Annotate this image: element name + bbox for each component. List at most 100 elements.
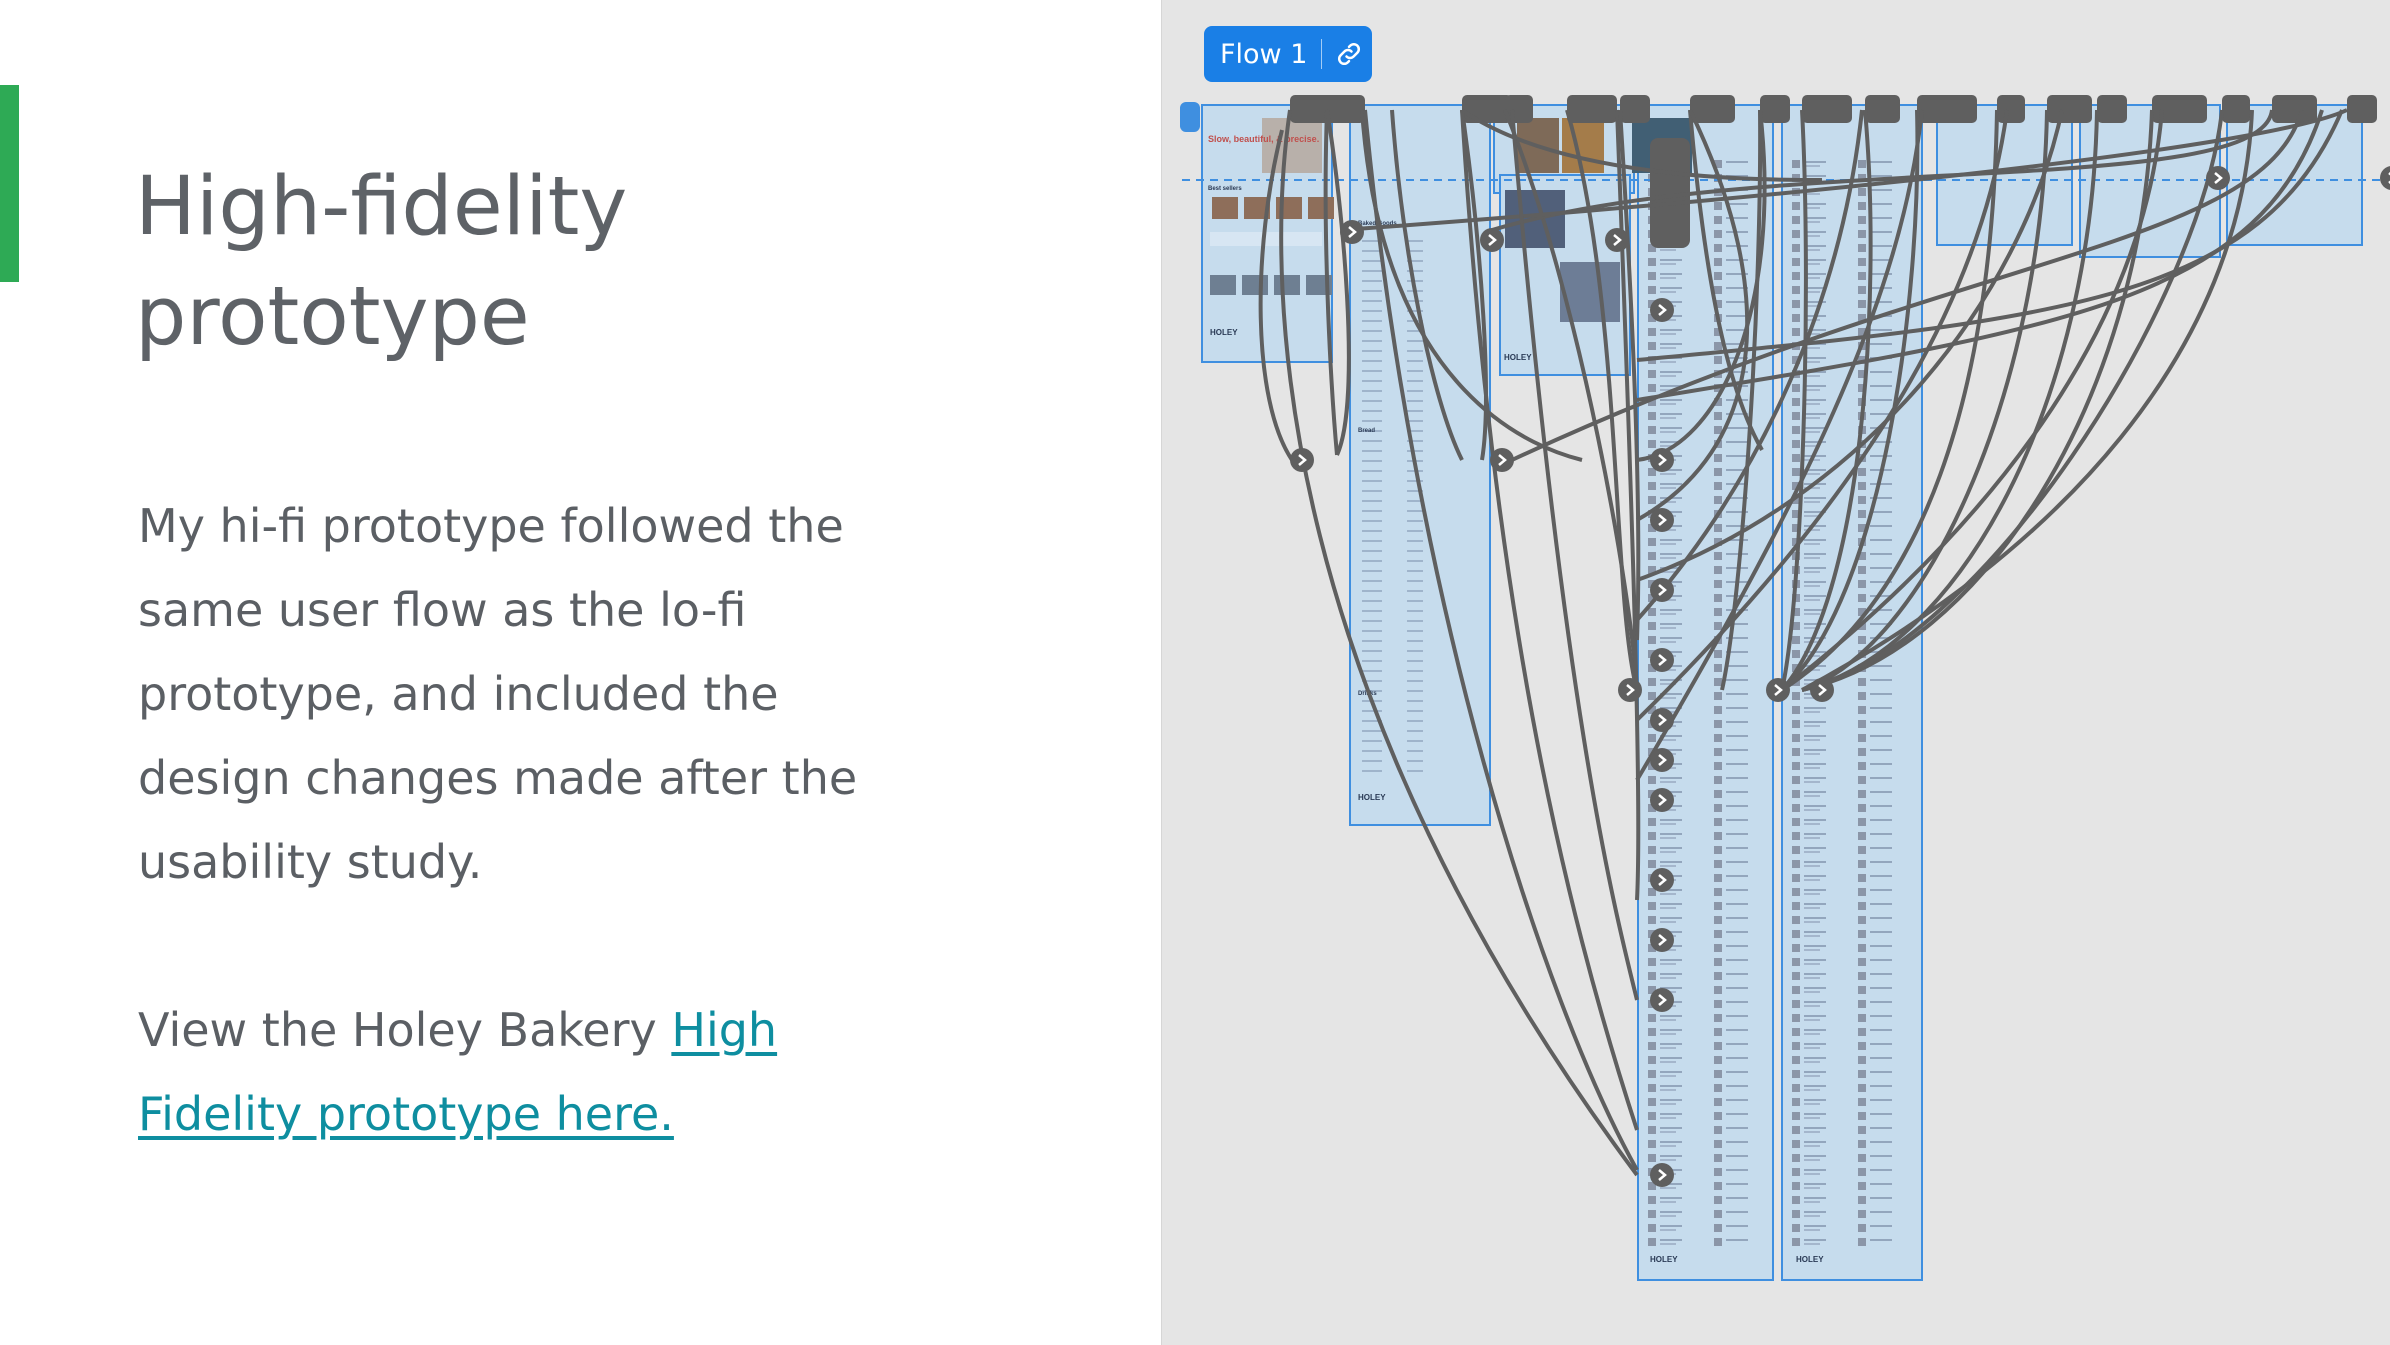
menu-line xyxy=(1362,740,1382,742)
list-thumb xyxy=(1858,482,1866,490)
list-line xyxy=(1804,1113,1826,1115)
arrow-badge xyxy=(1766,678,1790,702)
list-line xyxy=(1870,329,1892,331)
list-thumb xyxy=(1648,1196,1656,1204)
list-line xyxy=(1804,175,1826,177)
list-thumb xyxy=(1714,566,1722,574)
list-thumb xyxy=(1714,902,1722,910)
menu-line xyxy=(1407,540,1423,542)
list-line xyxy=(1804,987,1826,989)
list-line xyxy=(1870,693,1892,695)
list-line xyxy=(1726,1169,1748,1171)
list-thumb xyxy=(1792,286,1800,294)
list-line xyxy=(1660,1113,1682,1115)
list-line xyxy=(1804,399,1826,401)
connector-block xyxy=(2347,95,2377,123)
list-thumb xyxy=(1858,1154,1866,1162)
menu-line xyxy=(1362,390,1382,392)
list-thumb xyxy=(1648,1028,1656,1036)
list-thumb xyxy=(1792,454,1800,462)
list-thumb xyxy=(1648,734,1656,742)
menu-line xyxy=(1362,760,1382,762)
list-thumb xyxy=(1792,1014,1800,1022)
flow-1-tag[interactable]: Flow 1 xyxy=(1204,26,1372,82)
list-thumb xyxy=(1714,1014,1722,1022)
list-thumb xyxy=(1792,1154,1800,1162)
list-thumb xyxy=(1858,762,1866,770)
list-line xyxy=(1804,1239,1826,1241)
list-thumb xyxy=(1714,1098,1722,1106)
list-line xyxy=(1660,543,1676,545)
list-thumb xyxy=(1648,692,1656,700)
list-line xyxy=(1804,903,1826,905)
list-thumb xyxy=(1792,916,1800,924)
list-line xyxy=(1660,1225,1682,1227)
list-line xyxy=(1660,977,1676,979)
list-line xyxy=(1804,819,1826,821)
list-thumb xyxy=(1792,1238,1800,1246)
list-line xyxy=(1660,413,1682,415)
connector-block xyxy=(1620,95,1650,123)
list-line xyxy=(1870,819,1892,821)
list-thumb xyxy=(1714,216,1722,224)
list-thumb xyxy=(1858,636,1866,644)
list-line xyxy=(1660,973,1682,975)
hero-image xyxy=(1262,118,1322,173)
menu-line xyxy=(1362,340,1382,342)
list-thumb xyxy=(1858,1112,1866,1120)
list-line xyxy=(1660,473,1676,475)
list-line xyxy=(1804,851,1820,853)
list-thumb xyxy=(1714,846,1722,854)
list-line xyxy=(1660,287,1682,289)
list-thumb xyxy=(1714,1126,1722,1134)
cafe-photo xyxy=(1562,118,1604,173)
about-brand: HOLEY xyxy=(1504,353,1532,362)
menu-line xyxy=(1407,360,1423,362)
list-line xyxy=(1804,945,1826,947)
list-thumb xyxy=(1858,258,1866,266)
list-thumb xyxy=(1714,776,1722,784)
arrow-badge xyxy=(1490,448,1514,472)
list-line xyxy=(1726,315,1748,317)
prototype-canvas[interactable]: Slow, beautiful, & precise. Best sellers H… xyxy=(1161,0,2390,1345)
list-line xyxy=(1726,987,1748,989)
list-line xyxy=(1870,217,1892,219)
list-line xyxy=(1804,427,1826,429)
list-thumb xyxy=(1858,818,1866,826)
menu-line xyxy=(1407,680,1423,682)
arrow-badge xyxy=(1650,648,1674,672)
list-line xyxy=(1660,273,1682,275)
list-line xyxy=(1726,1183,1748,1185)
list-thumb xyxy=(1714,482,1722,490)
list-line xyxy=(1726,959,1748,961)
menu-line xyxy=(1362,520,1382,522)
arrow-badge xyxy=(1650,1163,1674,1187)
connector-block xyxy=(2097,95,2127,123)
menu-line xyxy=(1362,660,1382,662)
list-line xyxy=(1870,1015,1892,1017)
list-thumb xyxy=(1714,790,1722,798)
list-line xyxy=(1660,333,1676,335)
list-thumb xyxy=(1714,1070,1722,1078)
description-paragraph: My hi-fi prototype followed the same use… xyxy=(138,499,858,889)
menu-line xyxy=(1407,660,1423,662)
title-line-1: High-fidelity xyxy=(135,160,628,254)
link-icon[interactable] xyxy=(1334,39,1364,69)
list-thumb xyxy=(1648,1238,1656,1246)
list-line xyxy=(1660,1033,1676,1035)
menu-line xyxy=(1407,740,1423,742)
list-thumb xyxy=(1792,972,1800,980)
list-line xyxy=(1726,931,1748,933)
accent-bar xyxy=(0,85,19,282)
list-line xyxy=(1804,557,1820,559)
list-line xyxy=(1804,1001,1826,1003)
menu-line xyxy=(1407,410,1423,412)
list-thumb xyxy=(1714,804,1722,812)
list-thumb xyxy=(1714,552,1722,560)
list-thumb xyxy=(1858,1014,1866,1022)
list-line xyxy=(1804,725,1820,727)
list-thumb xyxy=(1792,314,1800,322)
list-thumb xyxy=(1792,720,1800,728)
list-thumb xyxy=(1648,1014,1656,1022)
list-thumb xyxy=(1858,1182,1866,1190)
